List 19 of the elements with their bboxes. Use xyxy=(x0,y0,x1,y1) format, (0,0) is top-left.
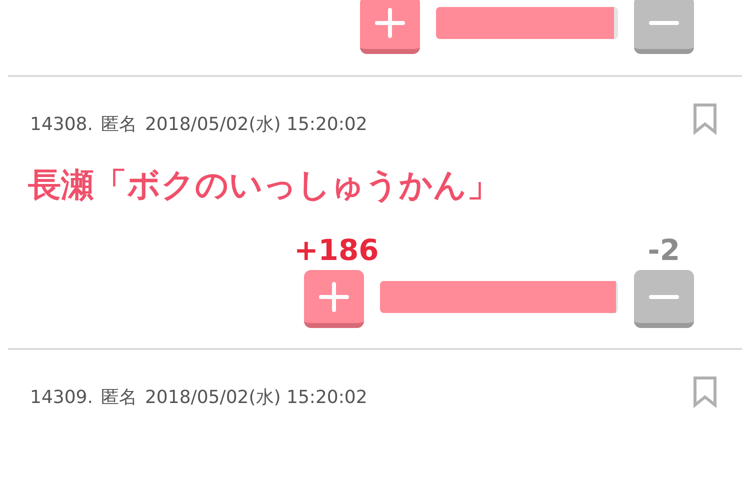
upvote-button[interactable] xyxy=(360,0,420,54)
downvote-button[interactable] xyxy=(634,0,694,54)
bookmark-icon[interactable] xyxy=(692,376,718,408)
post-number: 14309. xyxy=(30,386,93,410)
downvote-count: -2 xyxy=(648,236,680,266)
bookmark-icon[interactable] xyxy=(692,103,718,135)
downvote-button[interactable] xyxy=(634,270,694,328)
minus-icon xyxy=(649,20,679,24)
upvote-count: +186 xyxy=(294,236,379,266)
post-date: 2018/05/02(水) 15:20:02 xyxy=(144,113,368,137)
upvote-button[interactable] xyxy=(304,270,364,328)
minus-icon xyxy=(649,294,679,299)
post-date: 2018/05/02(水) 15:20:02 xyxy=(144,386,368,410)
plus-icon xyxy=(319,282,349,312)
post-number: 14308. xyxy=(30,113,93,137)
post-author: 匿名 xyxy=(100,113,137,137)
post-author: 匿名 xyxy=(100,386,137,410)
plus-icon xyxy=(375,8,405,38)
post-title: 長瀬「ボクのいっしゅうかん」 xyxy=(27,164,501,206)
